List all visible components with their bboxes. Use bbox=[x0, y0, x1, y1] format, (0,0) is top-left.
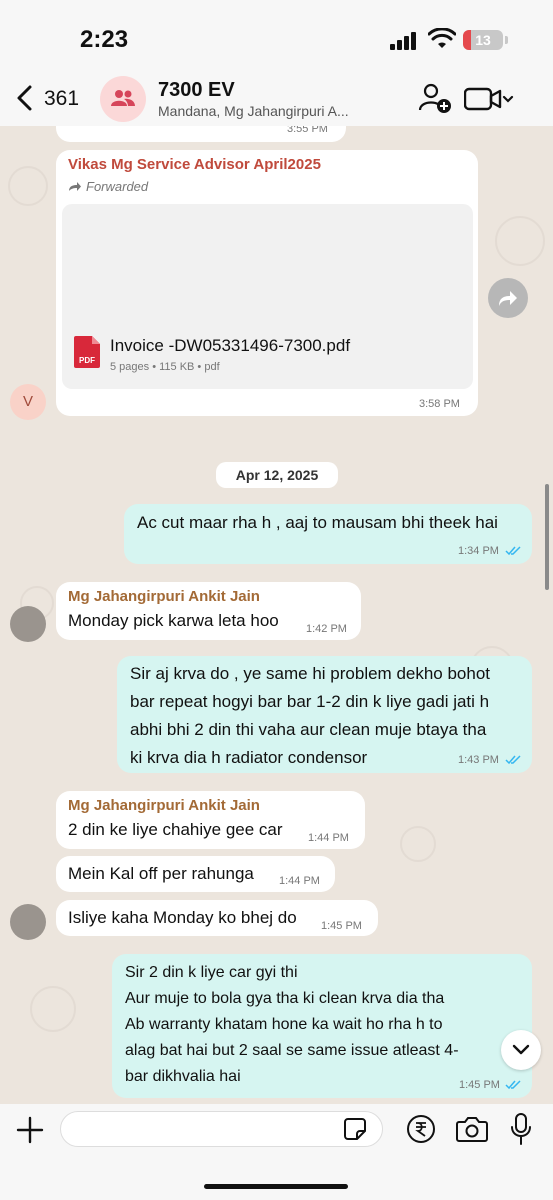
document-file-name: Invoice -DW05331496-7300.pdf bbox=[110, 336, 351, 355]
message-text: Mein Kal off per rahunga bbox=[68, 864, 254, 883]
message-input[interactable] bbox=[60, 1111, 383, 1147]
battery-icon: 13 bbox=[463, 30, 503, 50]
message-bubble-incoming[interactable]: Mg Jahangirpuri Ankit Jain 2 din ke liye… bbox=[56, 791, 365, 849]
message-time: 1:45 PM bbox=[321, 920, 362, 932]
battery-percentage: 13 bbox=[475, 32, 491, 48]
message-time: 1:43 PM bbox=[458, 754, 499, 766]
wallpaper-doodle bbox=[30, 986, 76, 1032]
wallpaper-doodle bbox=[8, 166, 48, 206]
message-bubble-outgoing[interactable]: Sir 2 din k liye car gyi thi Aur muje to… bbox=[112, 954, 532, 1098]
read-receipt-icon bbox=[505, 546, 521, 556]
read-receipt-icon bbox=[505, 755, 521, 765]
scrollbar[interactable] bbox=[545, 484, 549, 590]
message-time: 1:44 PM bbox=[279, 875, 320, 887]
chat-title[interactable]: 7300 EV bbox=[158, 79, 235, 102]
message-text: Monday pick karwa leta hoo bbox=[68, 611, 279, 630]
sender-avatar[interactable] bbox=[10, 606, 46, 642]
scroll-to-bottom-button[interactable] bbox=[501, 1030, 541, 1070]
microphone-icon[interactable] bbox=[510, 1113, 532, 1145]
message-text: abhi bhi 2 din thi vaha aur clean muje b… bbox=[130, 720, 487, 739]
message-text: Ok sir bbox=[68, 126, 112, 134]
sender-name: Vikas Mg Service Advisor April2025 bbox=[68, 156, 321, 173]
sender-avatar[interactable] bbox=[10, 904, 46, 940]
message-text: ki krva dia h radiator condensor bbox=[130, 748, 368, 767]
message-bubble-outgoing[interactable]: Sir aj krva do , ye same hi problem dekh… bbox=[117, 656, 532, 773]
message-text: alag bat hai but 2 saal se same issue at… bbox=[125, 1042, 459, 1059]
message-bubble-incoming[interactable]: Mg Jahangirpuri Ankit Jain Monday pick k… bbox=[56, 582, 361, 640]
chat-messages-area[interactable]: Ok sir 3:55 PM Vikas Mg Service Advisor … bbox=[0, 126, 553, 1104]
chevron-left-icon[interactable] bbox=[14, 84, 36, 112]
message-bubble-incoming[interactable]: Ok sir 3:55 PM bbox=[56, 126, 346, 142]
sender-name: Mg Jahangirpuri Ankit Jain bbox=[68, 588, 260, 605]
message-text: Ac cut maar rha h , aaj to mausam bhi th… bbox=[137, 513, 498, 532]
group-avatar[interactable] bbox=[100, 76, 146, 122]
cellular-signal-icon bbox=[390, 32, 422, 50]
message-text: bar repeat hogyi bar bar 1-2 din k liye … bbox=[130, 692, 490, 711]
forwarded-label: Forwarded bbox=[86, 179, 149, 194]
message-bubble-outgoing[interactable]: Ac cut maar rha h , aaj to mausam bhi th… bbox=[124, 504, 532, 564]
message-text: Isliye kaha Monday ko bhej do bbox=[68, 908, 297, 927]
back-unread-count[interactable]: 361 bbox=[44, 87, 79, 111]
message-text: Sir 2 din k liye car gyi thi bbox=[125, 964, 298, 981]
message-text: Ab warranty khatam hone ka wait ho rha h… bbox=[125, 1016, 443, 1033]
rupee-icon[interactable] bbox=[406, 1114, 436, 1144]
video-call-icon[interactable] bbox=[464, 87, 516, 111]
message-bubble-incoming[interactable]: Mein Kal off per rahunga 1:44 PM bbox=[56, 856, 335, 892]
home-indicator bbox=[204, 1184, 348, 1189]
message-text: Sir aj krva do , ye same hi problem dekh… bbox=[130, 664, 491, 683]
message-time: 1:44 PM bbox=[308, 832, 349, 844]
read-receipt-icon bbox=[505, 1080, 521, 1090]
wallpaper-doodle bbox=[400, 826, 436, 862]
group-icon bbox=[111, 90, 135, 106]
pdf-icon-label: PDF bbox=[79, 356, 95, 365]
message-text: 2 din ke liye chahiye gee car bbox=[68, 820, 283, 839]
message-bubble-incoming[interactable]: Isliye kaha Monday ko bhej do 1:45 PM bbox=[56, 900, 378, 936]
camera-icon[interactable] bbox=[456, 1116, 488, 1142]
forward-button[interactable] bbox=[488, 278, 528, 318]
forwarded-icon bbox=[69, 182, 81, 191]
document-meta: 5 pages • 115 KB • pdf bbox=[110, 361, 220, 373]
message-time: 3:58 PM bbox=[419, 398, 460, 410]
document-card[interactable]: PDF Invoice -DW05331496-7300.pdf 5 pages… bbox=[62, 204, 473, 389]
sticker-icon[interactable] bbox=[344, 1118, 366, 1140]
message-text: bar dikhvalia hai bbox=[125, 1068, 241, 1085]
message-time: 3:55 PM bbox=[287, 126, 328, 135]
battery-tip bbox=[505, 36, 508, 44]
status-time: 2:23 bbox=[80, 26, 129, 53]
add-person-icon[interactable] bbox=[418, 82, 452, 114]
forward-icon bbox=[499, 291, 517, 306]
chevron-down-icon bbox=[512, 1044, 530, 1055]
message-composer bbox=[0, 1104, 553, 1200]
document-message-bubble[interactable]: Vikas Mg Service Advisor April2025 Forwa… bbox=[56, 150, 478, 416]
message-time: 1:34 PM bbox=[458, 545, 499, 557]
plus-icon[interactable] bbox=[16, 1116, 44, 1144]
chat-subtitle[interactable]: Mandana, Mg Jahangirpuri A... bbox=[158, 103, 376, 119]
sender-name: Mg Jahangirpuri Ankit Jain bbox=[68, 797, 260, 814]
date-separator: Apr 12, 2025 bbox=[216, 462, 338, 488]
message-time: 1:45 PM bbox=[459, 1079, 500, 1091]
message-time: 1:42 PM bbox=[306, 623, 347, 635]
chat-header: 361 7300 EV Mandana, Mg Jahangirpuri A..… bbox=[0, 70, 553, 126]
status-bar: 2:23 13 bbox=[0, 0, 553, 70]
wallpaper-doodle bbox=[495, 216, 545, 266]
wifi-icon bbox=[428, 28, 456, 48]
sender-avatar[interactable]: V bbox=[10, 384, 46, 420]
message-text: Aur muje to bola gya tha ki clean krva d… bbox=[125, 990, 445, 1007]
